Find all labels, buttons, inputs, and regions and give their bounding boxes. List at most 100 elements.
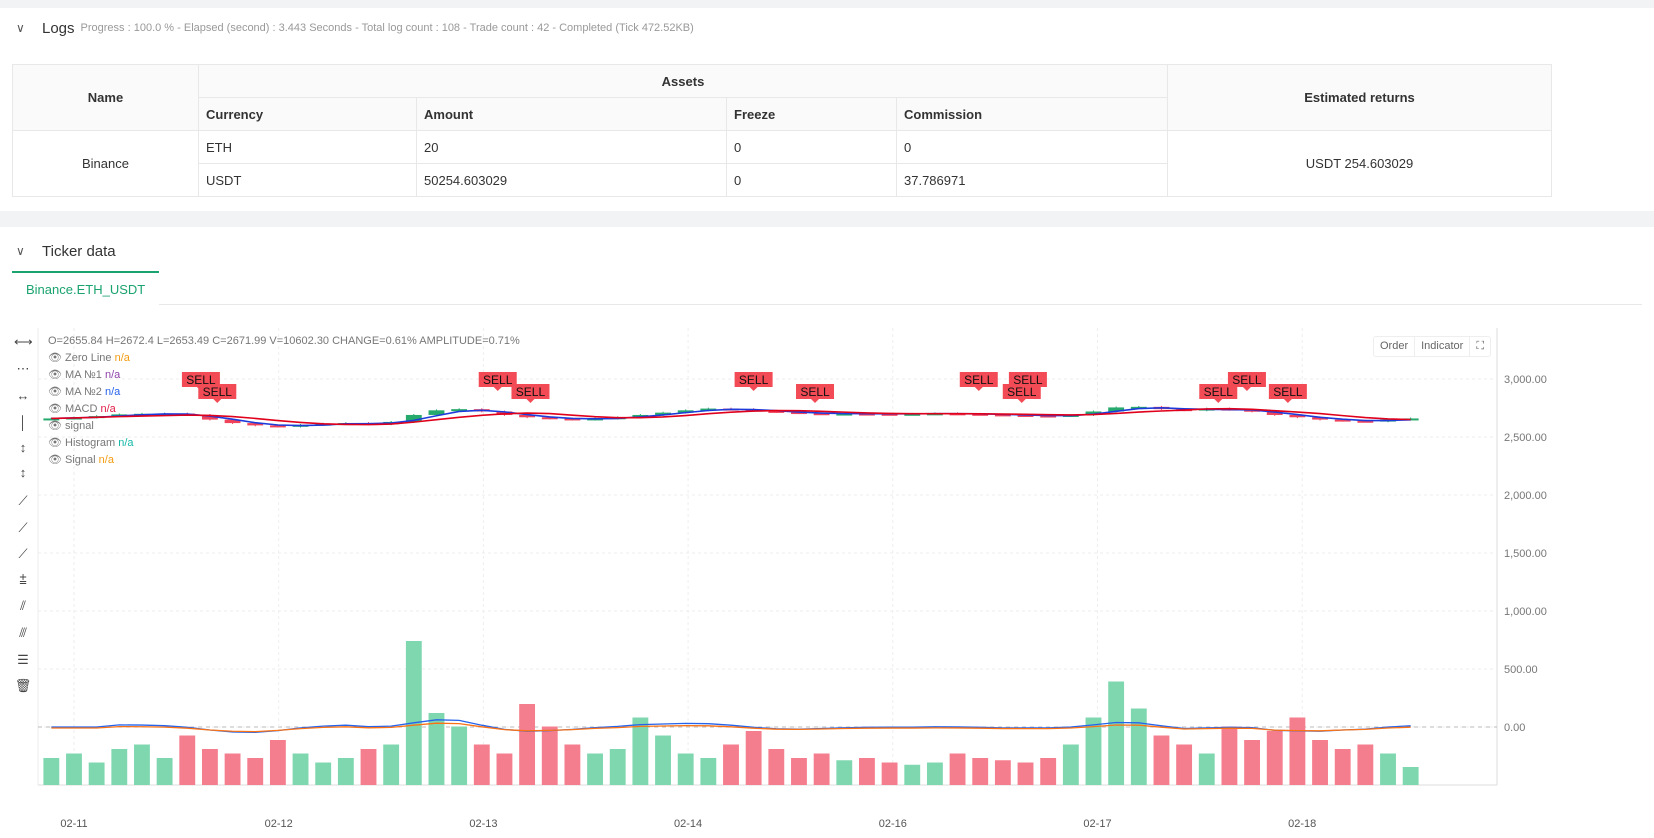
x-tick-label: 02-12: [265, 818, 293, 830]
volume-bar: [1357, 744, 1374, 785]
segment-tool-icon[interactable]: ↔: [14, 388, 32, 406]
tab-binance-eth-usdt[interactable]: Binance.ETH_USDT: [12, 271, 160, 305]
volume-bar: [1198, 753, 1215, 785]
logs-status: Progress : 100.0 % - Elapsed (second) : …: [80, 22, 694, 34]
parallel-channel-tool-icon[interactable]: ⫽: [14, 598, 32, 616]
cell: 0: [726, 130, 897, 164]
volume-bar: [632, 717, 649, 785]
eye-icon[interactable]: 👁: [48, 352, 62, 364]
sell-marker-pointer: [811, 399, 820, 403]
volume-bar: [859, 758, 875, 785]
legend-item[interactable]: 👁 Histogram n/a: [48, 435, 134, 452]
volume-bar: [587, 753, 603, 785]
order-button[interactable]: Order: [1374, 337, 1416, 356]
sell-marker-pointer: [1214, 399, 1223, 403]
exchange-name: Binance: [12, 130, 199, 197]
legend-value: n/a: [114, 352, 130, 364]
ray-tool-icon[interactable]: ⟋: [14, 520, 32, 538]
legend-value: n/a: [100, 403, 116, 415]
chevron-down-icon[interactable]: ∨: [16, 244, 36, 258]
cell: 20: [416, 130, 727, 164]
cell: 0: [726, 163, 897, 197]
sell-label: SELL: [1013, 373, 1043, 387]
volume-bar: [655, 735, 671, 785]
ticker-header[interactable]: ∨ Ticker data: [0, 231, 1654, 271]
volume-bar: [1221, 726, 1238, 785]
eye-icon[interactable]: 👁: [48, 454, 62, 466]
horizontal-line-tool-icon[interactable]: ⟷: [14, 334, 33, 352]
fullscreen-icon[interactable]: ⛶: [1470, 337, 1490, 356]
volume-bar: [1334, 749, 1351, 785]
chevron-down-icon[interactable]: ∨: [16, 21, 36, 35]
sell-label: SELL: [203, 385, 233, 399]
legend-item[interactable]: 👁 MA №2 n/a: [48, 384, 120, 401]
cell: 50254.603029: [416, 163, 727, 197]
legend-item[interactable]: 👁 Zero Line n/a: [48, 350, 130, 367]
sell-label: SELL: [483, 373, 513, 387]
volume-bar: [1017, 762, 1034, 785]
trend-line-tool-icon[interactable]: ⟋: [14, 493, 32, 511]
volume-bar: [224, 753, 241, 785]
cell: ETH: [198, 130, 417, 164]
volume-bar: [1085, 717, 1102, 785]
vertical-line-tool-icon[interactable]: │: [14, 415, 32, 433]
legend-item[interactable]: 👁 MA №1 n/a: [48, 367, 120, 384]
sell-label: SELL: [800, 385, 830, 399]
section-divider: [0, 211, 1654, 227]
volume-bar: [496, 753, 513, 785]
price-range-tool-icon[interactable]: ⩲: [14, 572, 32, 590]
sell-marker-pointer: [974, 387, 983, 391]
sell-marker-pointer: [493, 387, 502, 391]
vertical-ray-tool-icon[interactable]: ↕: [14, 440, 32, 458]
y-tick-label: 3,000.00: [1504, 374, 1547, 386]
volume-bar: [383, 744, 400, 785]
returns-header: Estimated returns: [1167, 64, 1552, 131]
legend-name: Histogram: [65, 437, 116, 449]
legend-name: MACD: [65, 403, 98, 415]
volume-bar: [519, 704, 536, 785]
macd-line: [51, 719, 1411, 734]
x-tick-label: 02-13: [469, 818, 497, 830]
fib-retracement-tool-icon[interactable]: ☰: [14, 652, 32, 670]
legend-name: MA №1: [65, 369, 102, 381]
sell-marker-pointer: [213, 399, 222, 403]
ticker-tabs: Binance.ETH_USDT: [12, 271, 1642, 305]
sell-marker-pointer: [1242, 387, 1251, 391]
x-tick-label: 02-16: [879, 818, 907, 830]
eye-icon[interactable]: 👁: [48, 369, 62, 381]
eye-icon[interactable]: 👁: [48, 437, 62, 449]
trash-icon[interactable]: 🗑: [14, 678, 32, 696]
sell-label: SELL: [516, 385, 546, 399]
eye-icon[interactable]: 👁: [48, 386, 62, 398]
cell: 37.786971: [896, 163, 1168, 197]
extended-line-tool-icon[interactable]: ⟋: [14, 546, 32, 564]
x-tick-label: 02-18: [1288, 818, 1316, 830]
logs-header[interactable]: ∨ Logs Progress : 100.0 % - Elapsed (sec…: [0, 8, 1654, 48]
eye-icon[interactable]: 👁: [48, 403, 62, 415]
legend-item[interactable]: 👁 signal: [48, 418, 94, 435]
sell-label: SELL: [1204, 385, 1234, 399]
eye-icon[interactable]: 👁: [48, 420, 62, 432]
name-header: Name: [12, 64, 199, 131]
price-chart[interactable]: 3,000.00 2,500.00 2,000.00 1,500.00 1,000.00…: [0, 320, 1654, 838]
col-currency: Currency: [198, 97, 417, 131]
legend-item[interactable]: 👁 Signal n/a: [48, 452, 114, 469]
ticker-title: Ticker data: [42, 242, 116, 260]
legend-item[interactable]: 👁 MACD n/a: [48, 401, 116, 418]
volume-bar: [723, 744, 739, 785]
legend-name: MA №2: [65, 386, 102, 398]
sell-label: SELL: [1007, 385, 1037, 399]
assets-table: Name Assets Estimated returns Currency Am…: [12, 64, 1552, 197]
volume-bar: [111, 749, 128, 785]
volume-bar: [700, 758, 717, 785]
fib-tool-icon[interactable]: ⫻: [14, 625, 32, 643]
indicator-button[interactable]: Indicator: [1415, 337, 1471, 356]
volume-bar: [1380, 753, 1396, 785]
y-tick-label: 500.00: [1504, 664, 1538, 676]
volume-bar: [405, 641, 422, 785]
vertical-segment-tool-icon[interactable]: ↕: [14, 465, 32, 483]
volume-bar: [201, 749, 218, 785]
horizontal-ray-tool-icon[interactable]: ⋯: [14, 361, 32, 379]
volume-bar: [292, 753, 309, 785]
y-tick-label: 2,500.00: [1504, 432, 1547, 444]
